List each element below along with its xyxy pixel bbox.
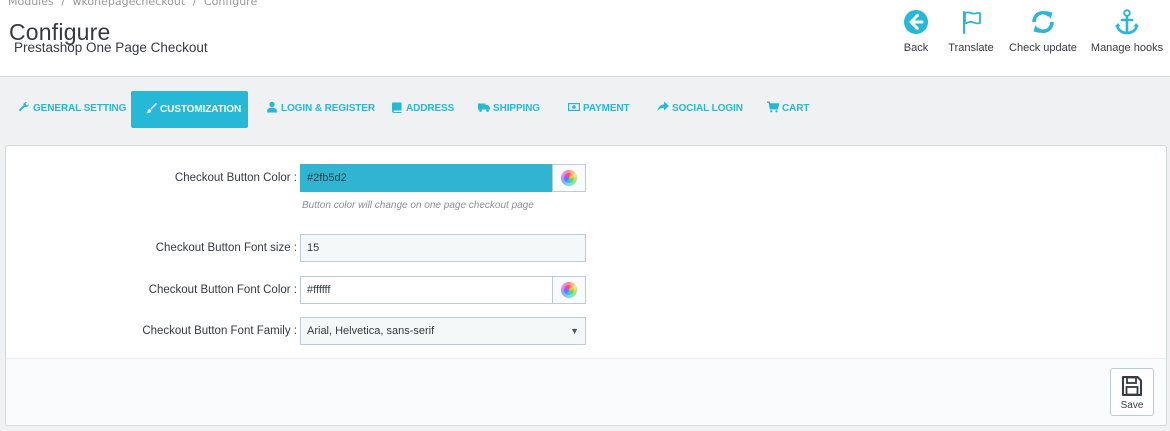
- font-family-selected-value: Arial, Helvetica, sans-serif: [307, 325, 435, 337]
- configuration-panel: Checkout Button Color : #2fb5d2 Button c…: [5, 145, 1167, 426]
- panel-footer: Save: [6, 358, 1166, 425]
- floppy-disk-icon: [1122, 376, 1142, 396]
- user-icon: [267, 101, 277, 113]
- button-color-help: Button color will change on one page che…: [302, 200, 534, 211]
- font-size-input[interactable]: 15: [300, 234, 586, 262]
- page-subtitle: Prestashop One Page Checkout: [14, 40, 208, 55]
- brush-icon: [146, 103, 157, 114]
- tab-bar: GENERAL SETTING CUSTOMIZATION LOGIN & RE…: [0, 91, 1170, 129]
- tab-label: ADDRESS: [406, 103, 455, 114]
- breadcrumb-separator: /: [61, 0, 65, 8]
- color-picker-icon: [561, 282, 577, 298]
- page-header: Modules / wkonepagecheckout / Configure …: [0, 0, 1170, 77]
- back-button[interactable]: Back: [896, 6, 936, 62]
- manage-hooks-label: Manage hooks: [1090, 42, 1164, 54]
- tab-login-register[interactable]: LOGIN & REGISTER: [256, 91, 385, 127]
- tab-label: SOCIAL LOGIN: [672, 103, 743, 114]
- tab-customization[interactable]: CUSTOMIZATION: [131, 91, 248, 128]
- manage-hooks-button[interactable]: Manage hooks: [1088, 6, 1166, 62]
- color-picker-icon: [561, 170, 577, 186]
- anchor-icon: [1115, 9, 1139, 35]
- tab-cart[interactable]: CART: [757, 91, 819, 127]
- breadcrumb-separator: /: [192, 0, 197, 8]
- back-label: Back: [903, 42, 929, 54]
- font-size-label: Checkout Button Font size :: [155, 242, 297, 254]
- translate-label: Translate: [948, 42, 994, 54]
- tab-social-login[interactable]: SOCIAL LOGIN: [647, 91, 753, 127]
- cart-icon: [767, 101, 780, 113]
- translate-button[interactable]: Translate: [945, 6, 997, 62]
- breadcrumb: Modules / wkonepagecheckout / Configure: [8, 0, 261, 8]
- wrench-icon: [19, 101, 29, 112]
- button-color-input[interactable]: #2fb5d2: [300, 164, 554, 192]
- tab-label: PAYMENT: [583, 103, 630, 114]
- font-family-select[interactable]: Arial, Helvetica, sans-serif ▼: [300, 317, 586, 345]
- breadcrumb-item-modules[interactable]: Modules: [8, 0, 54, 8]
- font-color-input[interactable]: #ffffff: [300, 276, 554, 304]
- check-update-label: Check update: [1009, 42, 1077, 54]
- check-update-button[interactable]: Check update: [1006, 6, 1080, 62]
- breadcrumb-item-configure: Configure: [203, 0, 258, 8]
- tab-address[interactable]: ADDRESS: [381, 91, 464, 127]
- tab-label: LOGIN & REGISTER: [281, 103, 375, 114]
- tab-label: CART: [782, 103, 810, 114]
- back-arrow-icon: [904, 10, 928, 34]
- caret-down-icon: ▼: [570, 326, 579, 336]
- tab-general-setting[interactable]: GENERAL SETTING: [8, 91, 136, 127]
- button-color-picker-button[interactable]: [552, 164, 586, 192]
- save-label: Save: [1120, 400, 1144, 411]
- tab-label: CUSTOMIZATION: [160, 104, 242, 115]
- breadcrumb-item-module[interactable]: wkonepagecheckout: [72, 0, 185, 8]
- tab-label: GENERAL SETTING: [33, 103, 127, 114]
- font-color-picker-button[interactable]: [552, 276, 586, 304]
- money-icon: [568, 102, 581, 112]
- flag-icon: [963, 11, 981, 34]
- font-family-label: Checkout Button Font Family :: [142, 325, 297, 337]
- truck-icon: [478, 103, 490, 112]
- save-button[interactable]: Save: [1110, 368, 1154, 416]
- tab-payment[interactable]: PAYMENT: [558, 91, 640, 127]
- tab-shipping[interactable]: SHIPPING: [468, 91, 550, 127]
- book-icon: [392, 102, 402, 113]
- tab-label: SHIPPING: [493, 103, 540, 114]
- refresh-icon: [1032, 10, 1054, 34]
- font-color-label: Checkout Button Font Color :: [148, 284, 297, 296]
- share-icon: [657, 101, 669, 112]
- button-color-label: Checkout Button Color :: [174, 172, 297, 184]
